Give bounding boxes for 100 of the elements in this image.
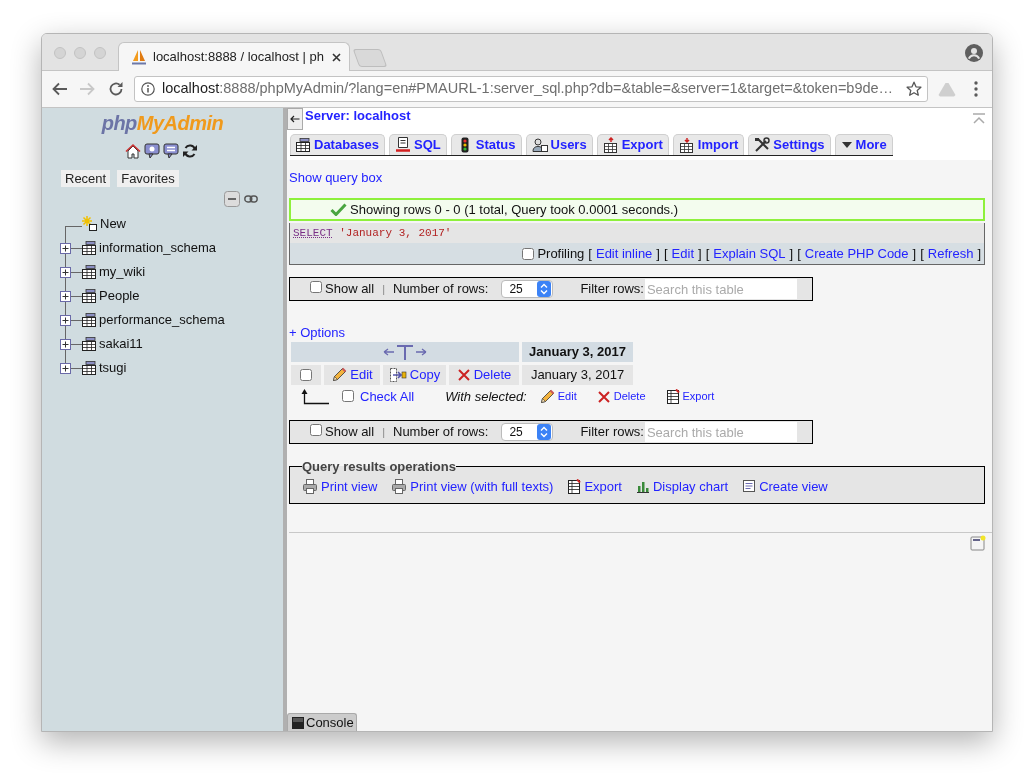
tab[interactable]: More	[834, 134, 893, 155]
console-tab[interactable]: Console	[287, 713, 357, 731]
options-link[interactable]: + Options	[289, 325, 345, 341]
copy-link[interactable]: Copy	[388, 365, 441, 385]
expand-icon[interactable]	[60, 290, 71, 302]
bracket: ]	[698, 244, 702, 263]
row-checkbox[interactable]	[300, 369, 312, 381]
tree-connector	[71, 367, 82, 369]
column-header[interactable]: January 3, 2017	[522, 342, 633, 362]
show-all-checkbox[interactable]	[310, 424, 322, 437]
tree-item[interactable]: performance_schema	[99, 310, 225, 330]
check-icon	[330, 203, 347, 216]
bracket: [	[705, 244, 710, 263]
rows-select[interactable]: 25	[501, 280, 554, 298]
edit-link[interactable]: Edit	[331, 365, 373, 385]
expand-icon[interactable]	[60, 266, 71, 278]
caret-icon[interactable]	[840, 141, 853, 149]
sql-action-link[interactable]: Explain SQL	[713, 243, 786, 264]
rows-select[interactable]: 25	[501, 423, 554, 441]
hide-panel-button[interactable]	[287, 108, 303, 130]
window-icon[interactable]	[970, 535, 986, 551]
column-arrows-icon[interactable]	[382, 343, 428, 361]
export-link[interactable]: Export	[665, 388, 715, 405]
menu-icon[interactable]	[974, 81, 978, 97]
show-all-checkbox[interactable]	[310, 281, 322, 294]
bracket: ]	[912, 244, 917, 263]
tab[interactable]: Databases	[290, 134, 386, 155]
cross-icon	[596, 389, 611, 404]
edit-link[interactable]: Edit	[538, 388, 577, 405]
check-all-checkbox[interactable]	[342, 389, 354, 402]
reload-icon[interactable]	[182, 143, 198, 159]
tree-connector	[71, 247, 82, 249]
back-arrow-icon[interactable]	[52, 82, 68, 96]
printer-icon	[302, 478, 318, 495]
tools-icon	[754, 137, 771, 153]
delete-link[interactable]: Delete	[596, 388, 646, 405]
filter-label: Filter rows:	[580, 280, 644, 299]
new-item-icon[interactable]	[82, 216, 98, 232]
browser-tab[interactable]: localhost:8888 / localhost | ph	[118, 42, 350, 71]
separator: |	[382, 281, 385, 297]
expand-icon[interactable]	[60, 314, 71, 326]
expand-icon[interactable]	[60, 338, 71, 350]
user-icon[interactable]	[965, 44, 983, 62]
collapse-all-icon[interactable]	[224, 191, 240, 207]
operations-legend: Query results operations	[302, 457, 456, 477]
tree-connector	[71, 343, 82, 345]
show-query-box-link[interactable]: Show query box	[289, 170, 383, 186]
database-icon[interactable]	[82, 289, 97, 303]
tree-item[interactable]: tsugi	[99, 358, 127, 378]
server-link[interactable]: Server: localhost	[305, 108, 411, 123]
tree-item[interactable]: People	[99, 286, 140, 306]
sql-action-link[interactable]: Create PHP Code	[804, 243, 909, 264]
database-icon[interactable]	[82, 265, 97, 279]
filter-field[interactable]: Search this table	[644, 279, 797, 299]
export-link[interactable]: Export	[567, 476, 622, 496]
tab[interactable]: Settings	[748, 134, 831, 155]
home-icon[interactable]	[125, 143, 141, 159]
tab[interactable]: Users	[525, 134, 593, 155]
tree-item[interactable]: my_wiki	[99, 262, 146, 282]
filter-field[interactable]: Search this table	[644, 422, 797, 442]
stepper-icon	[537, 424, 552, 440]
tree-item[interactable]: New	[100, 214, 126, 234]
cross-icon	[456, 368, 471, 382]
sidebar-button[interactable]: Favorites	[117, 170, 179, 187]
link-icon[interactable]	[244, 195, 258, 203]
tab[interactable]: Import	[672, 134, 745, 155]
tab[interactable]: SQL	[389, 134, 447, 155]
expand-icon[interactable]	[60, 242, 71, 254]
sql-action-link[interactable]: Refresh	[927, 243, 974, 264]
display-chart-link[interactable]: Display chart	[636, 476, 729, 496]
tree-item[interactable]: sakai11	[99, 334, 143, 354]
star-icon[interactable]	[906, 81, 922, 97]
printer-icon	[391, 478, 408, 495]
reload-icon[interactable]	[108, 81, 124, 97]
bracket: [	[797, 244, 801, 263]
sql-action-link[interactable]: Edit	[671, 243, 694, 264]
pencil-icon	[331, 367, 348, 383]
expand-icon[interactable]	[60, 362, 71, 374]
speech-bubble-icon[interactable]	[163, 143, 179, 159]
tree-item[interactable]: information_schema	[99, 238, 217, 258]
create-view-link[interactable]: Create view	[742, 476, 828, 496]
database-icon[interactable]	[82, 361, 97, 375]
print-view-link[interactable]: Print view (with full texts)	[391, 476, 554, 496]
database-icon[interactable]	[82, 337, 97, 351]
database-icon[interactable]	[82, 313, 97, 327]
sql-action-link[interactable]: Edit inline	[595, 243, 653, 264]
info-icon[interactable]	[141, 82, 155, 96]
check-all-link[interactable]: Check All	[360, 386, 415, 407]
delete-link[interactable]: Delete	[456, 365, 512, 385]
sail-logo-icon	[131, 49, 147, 65]
print-view-link[interactable]: Print view	[302, 476, 378, 496]
address-bar[interactable]: localhost:8888/phpMyAdmin/?lang=en#PMAURL-1:server_sql.php?db=&table=&server=1&target=&token=b9de…	[134, 76, 928, 102]
speech-bubble-icon[interactable]	[144, 143, 160, 159]
tab[interactable]: Export	[596, 134, 669, 155]
profiling-checkbox[interactable]	[522, 247, 535, 260]
with-selected-label: With selected:	[445, 387, 527, 406]
sidebar-button[interactable]: Recent	[61, 170, 111, 187]
close-icon[interactable]	[332, 52, 341, 62]
tab[interactable]: Status	[450, 134, 522, 155]
database-icon[interactable]	[82, 241, 97, 255]
